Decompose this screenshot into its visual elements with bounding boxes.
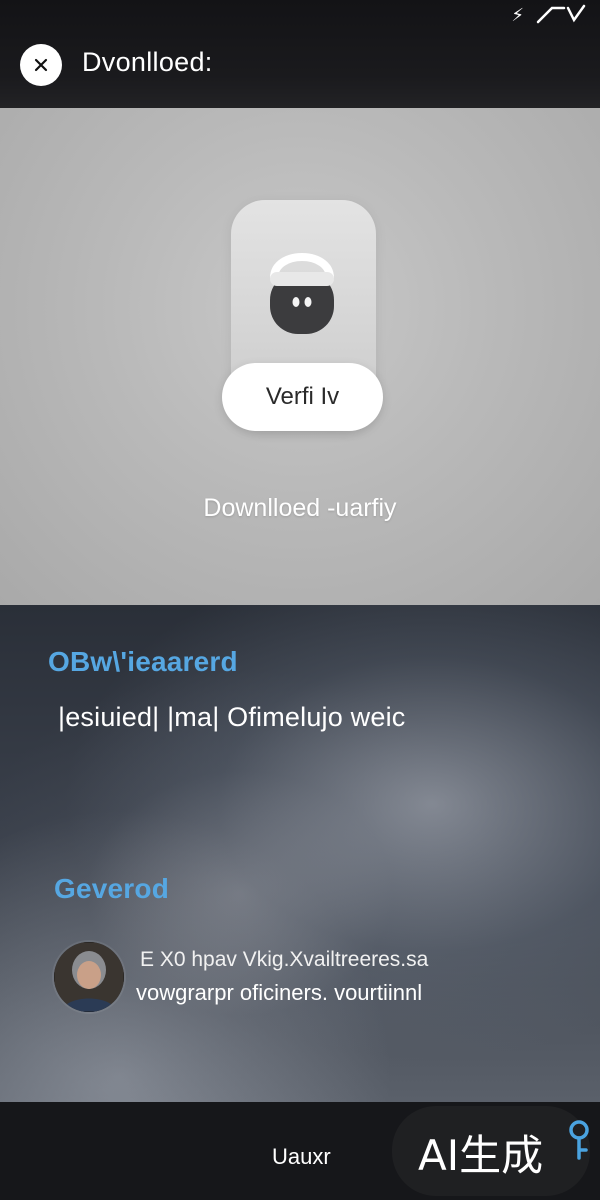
comment-section-heading: Geverod (54, 873, 169, 904)
top-bar: ⚡ Dvonlloed: (0, 0, 600, 108)
watermark-text: AI生成 (418, 1131, 544, 1180)
close-icon (34, 58, 48, 72)
verify-button-label: Verfi Iv (265, 383, 340, 410)
verify-button[interactable]: Verfi Iv (222, 363, 383, 431)
signal-icon (536, 4, 586, 24)
avatar[interactable] (54, 942, 124, 1012)
close-button[interactable] (20, 44, 62, 86)
comment-text-secondary: vowgrarpr oficiners. vourtiinnl (136, 980, 423, 1005)
status-glyph: ⚡ (511, 4, 524, 26)
info-pin-icon (569, 1120, 589, 1160)
page-title: Dvonlloed: (82, 47, 213, 77)
lock-icon (270, 253, 334, 334)
download-screen: ⚡ Dvonlloed: Verfi Iv Downlloed -uarfiy (0, 0, 600, 1200)
avatar-image (54, 942, 124, 1012)
download-panel: Verfi Iv Downlloed -uarfiy (0, 108, 600, 605)
bottom-action-label[interactable]: Uauxr (272, 1144, 331, 1170)
status-bar: ⚡ (511, 4, 586, 26)
download-caption: Downlloed -uarfiy (203, 494, 397, 522)
section-heading: OBw\'ieaarerd (48, 646, 238, 677)
background-photo (0, 605, 600, 1102)
section-subtitle: |esiuied| |ma| Ofimelujo weic (58, 702, 406, 732)
comment-text: E X0 hpav Vkig.Xvailtreeres.sa (140, 948, 429, 971)
